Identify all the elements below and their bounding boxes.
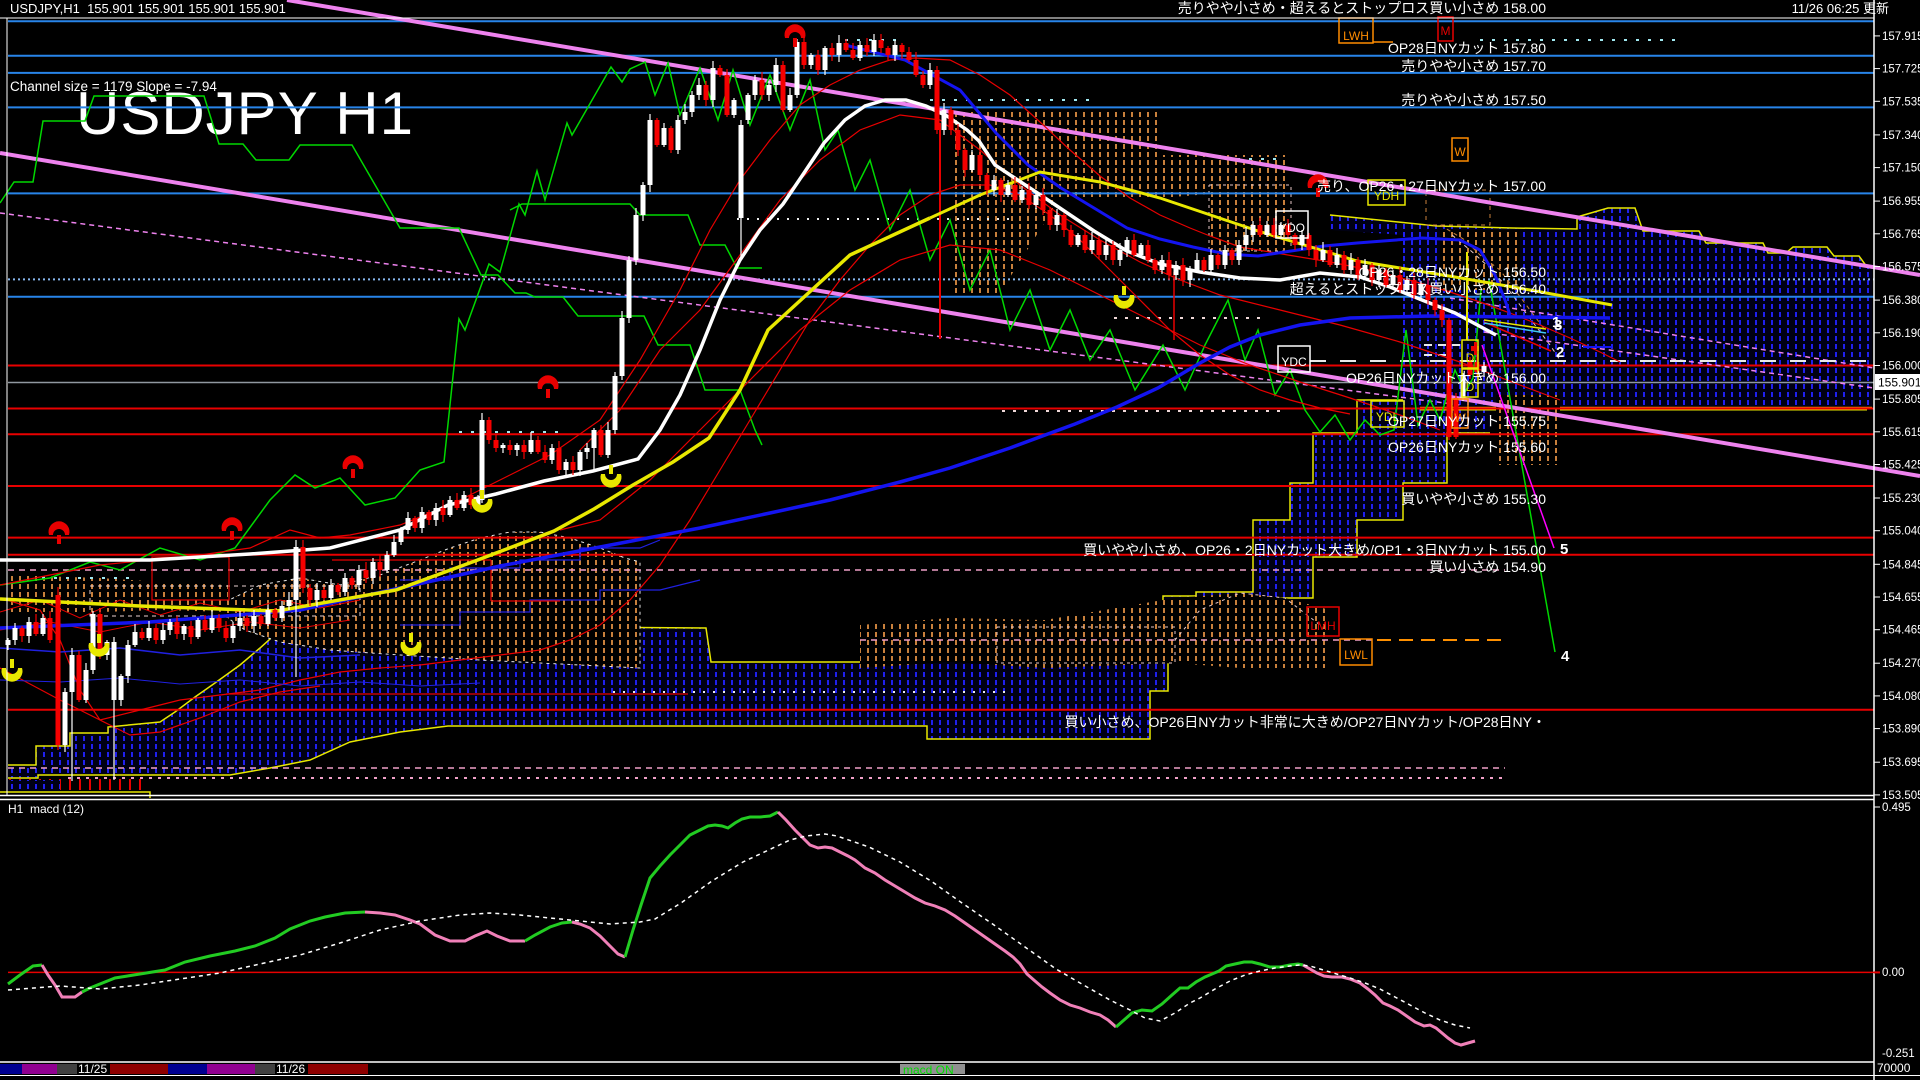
svg-text:超えるとストップロス買い小さめ 156.40: 超えるとストップロス買い小さめ 156.40 (1290, 281, 1547, 297)
svg-text:154.845: 154.845 (1882, 559, 1920, 571)
svg-text:156.955: 156.955 (1882, 196, 1920, 208)
svg-text:買いやや小さめ 155.30: 買いやや小さめ 155.30 (1401, 491, 1546, 507)
svg-text:157.915: 157.915 (1882, 31, 1920, 43)
svg-text:買いやや小さめ、OP26・2日NYカット大きめ/OP1・3日: 買いやや小さめ、OP26・2日NYカット大きめ/OP1・3日NYカット 155.… (1083, 542, 1546, 558)
svg-text:買い小さめ、OP26日NYカット非常に大きめ/OP27日NY: 買い小さめ、OP26日NYカット非常に大きめ/OP27日NYカット/OP28日N… (1064, 714, 1546, 730)
svg-text:0.00: 0.00 (1882, 967, 1904, 979)
svg-text:M: M (1441, 24, 1451, 38)
svg-text:11/25: 11/25 (78, 1062, 107, 1076)
svg-text:買い小さめ 154.90: 買い小さめ 154.90 (1429, 559, 1546, 575)
svg-text:売り、OP26・27日NYカット 157.00: 売り、OP26・27日NYカット 157.00 (1317, 178, 1546, 194)
svg-text:157.340: 157.340 (1882, 130, 1920, 142)
svg-text:売りやや小さめ 157.70: 売りやや小さめ 157.70 (1401, 58, 1546, 74)
svg-text:157.725: 157.725 (1882, 64, 1920, 76)
svg-text:155.805: 155.805 (1882, 394, 1920, 406)
svg-text:156.575: 156.575 (1882, 262, 1920, 274)
svg-text:4: 4 (1561, 648, 1570, 665)
svg-text:156.380: 156.380 (1882, 295, 1920, 307)
svg-text:154.270: 154.270 (1882, 658, 1920, 670)
svg-text:153.890: 153.890 (1882, 724, 1920, 736)
svg-text:OP26日NYカット 155.60: OP26日NYカット 155.60 (1388, 439, 1546, 455)
svg-text:OP27日NYカット 155.75: OP27日NYカット 155.75 (1388, 413, 1546, 429)
svg-text:157.535: 157.535 (1882, 96, 1920, 108)
svg-text:OP26日NYカット大きめ 156.00: OP26日NYカット大きめ 156.00 (1346, 370, 1546, 386)
svg-text:macd ON: macd ON (903, 1063, 954, 1077)
svg-text:156.190: 156.190 (1882, 328, 1920, 340)
svg-text:155.425: 155.425 (1882, 460, 1920, 472)
svg-text:11/26: 11/26 (276, 1062, 305, 1076)
svg-text:D: D (1466, 351, 1475, 365)
svg-text:OP26・28日NYカット 156.50: OP26・28日NYカット 156.50 (1358, 264, 1546, 280)
svg-text:157.150: 157.150 (1882, 163, 1920, 175)
svg-text:153.505: 153.505 (1882, 790, 1920, 802)
svg-text:YDO: YDO (1279, 221, 1305, 235)
svg-text:5: 5 (1560, 541, 1568, 558)
svg-text:Channel size = 1179 Slope = -7: Channel size = 1179 Slope = -7.94 (10, 79, 217, 94)
svg-text:LWH: LWH (1343, 29, 1369, 43)
svg-text:154.465: 154.465 (1882, 625, 1920, 637)
svg-text:売りやや小さめ・超えるとストップロス買い小さめ 158.00: 売りやや小さめ・超えるとストップロス買い小さめ 158.00 (1178, 0, 1547, 16)
svg-text:W: W (1454, 145, 1466, 159)
svg-text:153.695: 153.695 (1882, 757, 1920, 769)
svg-text:OP28日NYカット 157.80: OP28日NYカット 157.80 (1388, 40, 1546, 56)
svg-text:売りやや小さめ 157.50: 売りやや小さめ 157.50 (1401, 92, 1546, 108)
svg-text:0.495: 0.495 (1882, 802, 1911, 814)
svg-text:2: 2 (1556, 344, 1564, 361)
svg-text:155.901: 155.901 (1878, 376, 1920, 390)
svg-text:156.000: 156.000 (1882, 361, 1920, 373)
svg-text:155.615: 155.615 (1882, 427, 1920, 439)
svg-text:70000: 70000 (1877, 1061, 1911, 1075)
svg-text:USDJPY,H1 155.901 155.901 155: USDJPY,H1 155.901 155.901 155.901 155.90… (10, 1, 286, 16)
svg-text:154.080: 154.080 (1882, 691, 1920, 703)
svg-text:155.230: 155.230 (1882, 493, 1920, 505)
svg-text:H1 macd (12): H1 macd (12) (8, 802, 84, 816)
svg-text:-0.251: -0.251 (1882, 1048, 1915, 1060)
svg-text:155.040: 155.040 (1882, 526, 1920, 538)
svg-text:154.655: 154.655 (1882, 592, 1920, 604)
svg-text:LMH: LMH (1310, 619, 1335, 633)
svg-text:LWL: LWL (1344, 648, 1368, 662)
svg-text:YDC: YDC (1281, 355, 1307, 369)
svg-text:156.765: 156.765 (1882, 229, 1920, 241)
svg-text:1: 1 (1552, 314, 1560, 331)
